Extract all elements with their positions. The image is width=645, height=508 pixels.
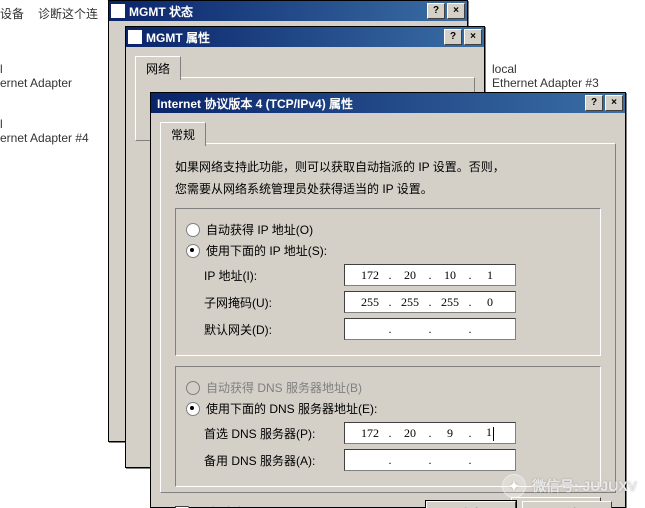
radio-manual-ip[interactable] [186,244,200,258]
input-dns-primary[interactable]: 172. 20. 9. 1 [344,422,516,444]
label-dns-alt: 备用 DNS 服务器(A): [204,452,344,469]
close-button[interactable]: × [464,29,482,45]
bg-text: l [0,117,3,131]
group-dns: 自动获得 DNS 服务器地址(B) 使用下面的 DNS 服务器地址(E): 首选… [175,366,601,487]
row-validate[interactable]: 退出时验证设置(L) [175,504,294,508]
label-gateway: 默认网关(D): [204,321,344,338]
input-subnet-mask[interactable]: 255. 255. 255. 0 [344,291,516,313]
wechat-icon: ✦ [502,474,526,498]
radio-auto-dns-row: 自动获得 DNS 服务器地址(B) [186,379,590,396]
checkbox-validate-label: 退出时验证设置(L) [195,504,294,508]
tabstrip: 网络 [135,55,475,77]
radio-manual-ip-label: 使用下面的 IP 地址(S): [206,242,327,259]
tabstrip: 常规 [160,121,616,143]
tab-general[interactable]: 常规 [160,122,206,146]
tab-network[interactable]: 网络 [135,56,181,80]
title-text: MGMT 属性 [146,29,444,46]
input-ip-address[interactable]: 172. 20. 10. 1 [344,264,516,286]
app-icon [111,4,125,18]
description-line1: 如果网络支持此功能，则可以获取自动指派的 IP 设置。否则， [175,158,601,176]
row-subnet: 子网掩码(U): 255. 255. 255. 0 [204,291,590,313]
row-ip-address: IP 地址(I): 172. 20. 10. 1 [204,264,590,286]
bg-text: ernet Adapter [0,76,72,90]
bg-text: local [492,62,517,76]
titlebar-properties[interactable]: MGMT 属性 ? × [126,27,484,47]
title-text: Internet 协议版本 4 (TCP/IPv4) 属性 [157,95,585,112]
close-button[interactable]: × [447,3,465,19]
input-dns-alt[interactable]: . . . [344,449,516,471]
dialog-body: 常规 如果网络支持此功能，则可以获取自动指派的 IP 设置。否则， 您需要从网络… [154,117,622,504]
window-ipv4: Internet 协议版本 4 (TCP/IPv4) 属性 ? × 常规 如果网… [150,92,626,508]
bg-text: 诊断这个连 [38,5,98,22]
row-dns-primary: 首选 DNS 服务器(P): 172. 20. 9. 1 [204,422,590,444]
tab-page-general: 如果网络支持此功能，则可以获取自动指派的 IP 设置。否则， 您需要从网络系统管… [160,143,616,493]
radio-auto-ip[interactable] [186,223,200,237]
group-ip: 自动获得 IP 地址(O) 使用下面的 IP 地址(S): IP 地址(I): … [175,208,601,356]
bg-text: ernet Adapter #4 [0,131,89,145]
radio-auto-dns [186,381,200,395]
radio-auto-ip-row[interactable]: 自动获得 IP 地址(O) [186,221,590,238]
row-gateway: 默认网关(D): . . . [204,318,590,340]
radio-manual-ip-row[interactable]: 使用下面的 IP 地址(S): [186,242,590,259]
label-dns-primary: 首选 DNS 服务器(P): [204,425,344,442]
app-icon [128,30,142,44]
radio-manual-dns-label: 使用下面的 DNS 服务器地址(E): [206,400,377,417]
ok-button[interactable]: 确定 [426,501,516,508]
watermark-text: 微信号: JUJUXV [532,476,637,496]
radio-manual-dns-row[interactable]: 使用下面的 DNS 服务器地址(E): [186,400,590,417]
description-line2: 您需要从网络系统管理员处获得适当的 IP 设置。 [175,180,601,198]
label-ip: IP 地址(I): [204,267,344,284]
radio-manual-dns[interactable] [186,402,200,416]
watermark: ✦ 微信号: JUJUXV [502,474,637,498]
title-text: MGMT 状态 [129,3,427,20]
bg-text: 设备 [0,5,24,22]
titlebar-ipv4[interactable]: Internet 协议版本 4 (TCP/IPv4) 属性 ? × [151,93,625,113]
label-subnet: 子网掩码(U): [204,294,344,311]
cancel-button[interactable]: 取消 [522,501,612,508]
bg-text: l [0,62,3,76]
help-button[interactable]: ? [444,29,462,45]
help-button[interactable]: ? [427,3,445,19]
stage: 设备 诊断这个连 l ernet Adapter l ernet Adapter… [0,0,645,508]
help-button[interactable]: ? [585,95,603,111]
bg-text: Ethernet Adapter #3 [492,76,599,90]
titlebar-status[interactable]: MGMT 状态 ? × [109,1,467,21]
input-gateway[interactable]: . . . [344,318,516,340]
row-dns-alt: 备用 DNS 服务器(A): . . . [204,449,590,471]
radio-auto-ip-label: 自动获得 IP 地址(O) [206,221,313,238]
radio-auto-dns-label: 自动获得 DNS 服务器地址(B) [206,379,362,396]
close-button[interactable]: × [605,95,623,111]
text-caret [493,427,494,441]
